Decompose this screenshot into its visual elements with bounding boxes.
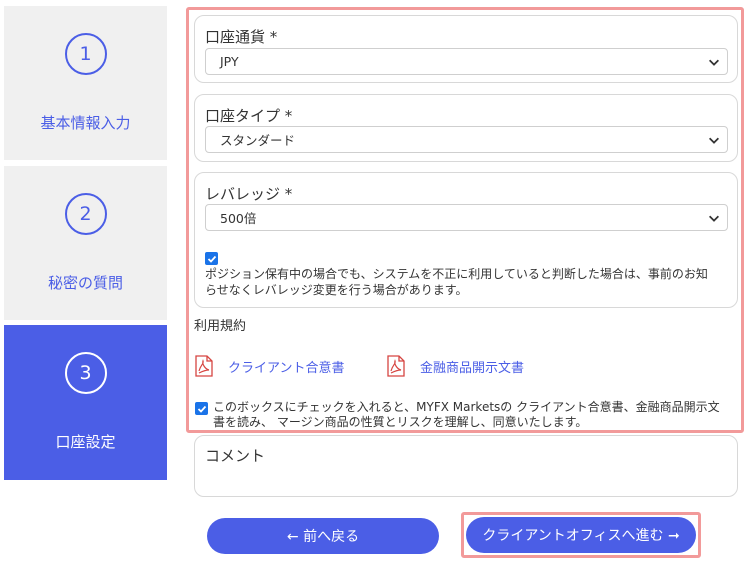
form-highlight (186, 7, 744, 433)
comment-textarea[interactable]: コメント (194, 435, 738, 497)
back-button[interactable]: ← 前へ戻る (207, 518, 439, 554)
comment-label: コメント (205, 447, 266, 465)
step-1-circle: 1 (64, 33, 107, 75)
step-1[interactable]: 1 基本情報入力 (4, 6, 167, 160)
page: 1 基本情報入力 2 秘密の質問 3 口座設定 口座通貨 * JPY 口座タイプ… (0, 0, 750, 564)
step-3-circle: 3 (64, 352, 107, 394)
step-1-label: 基本情報入力 (40, 114, 131, 132)
step-2-circle: 2 (64, 193, 107, 235)
step-3-active[interactable]: 3 口座設定 (4, 325, 167, 480)
step-3-label: 口座設定 (55, 433, 116, 451)
step-2[interactable]: 2 秘密の質問 (4, 166, 167, 320)
step-2-label: 秘密の質問 (47, 274, 123, 292)
next-button[interactable]: クライアントオフィスへ進む ➞ (466, 517, 696, 553)
